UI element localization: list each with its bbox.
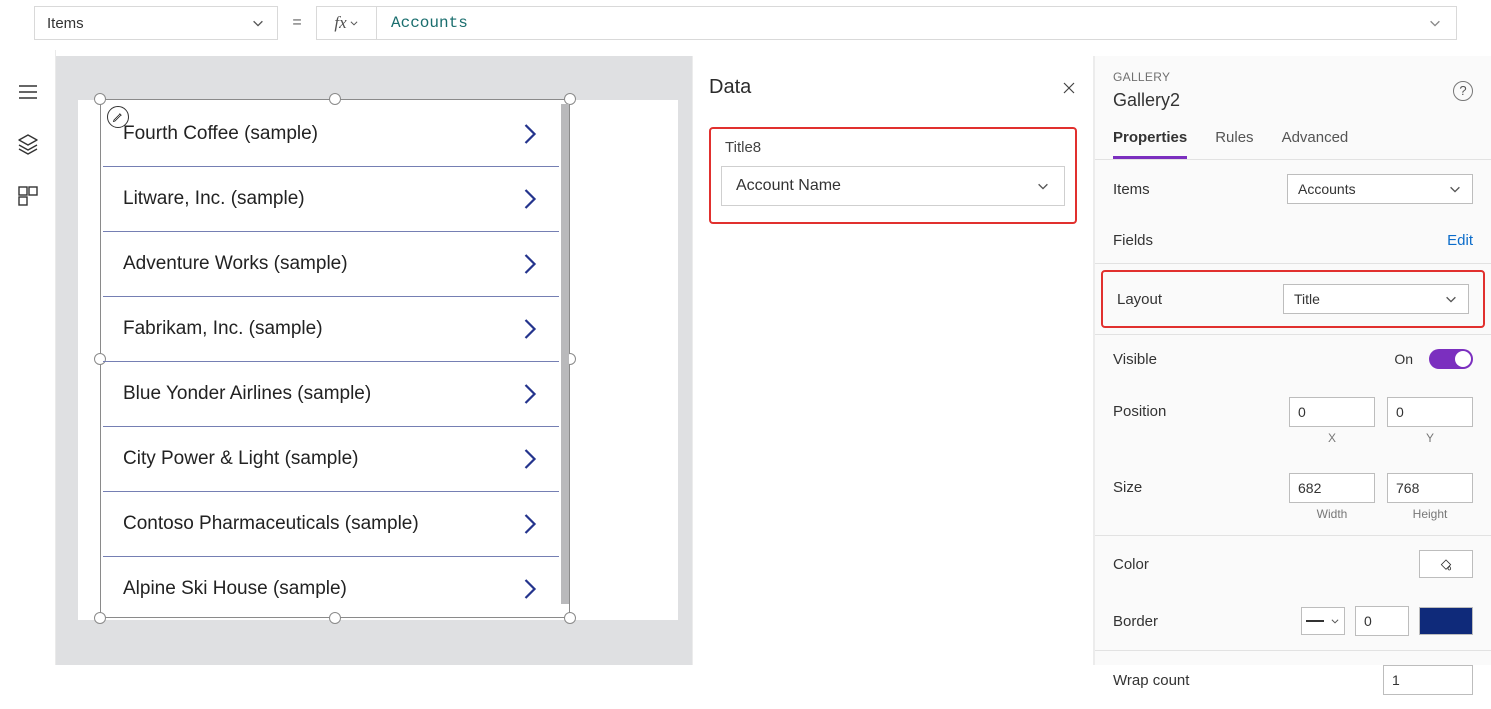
tab-rules[interactable]: Rules xyxy=(1215,129,1253,159)
position-y-caption: Y xyxy=(1426,431,1434,445)
properties-panel: GALLERY Gallery2 ? Properties Rules Adva… xyxy=(1094,56,1491,665)
color-label: Color xyxy=(1113,556,1409,573)
size-label: Size xyxy=(1113,473,1279,496)
gallery-item-title: Contoso Pharmaceuticals (sample) xyxy=(123,513,521,535)
border-style-dropdown[interactable] xyxy=(1301,607,1345,635)
tab-advanced[interactable]: Advanced xyxy=(1282,129,1349,159)
height-caption: Height xyxy=(1413,507,1448,521)
chevron-right-icon xyxy=(521,120,539,148)
height-input[interactable] xyxy=(1387,473,1473,503)
border-color-picker[interactable] xyxy=(1419,607,1473,635)
layers-icon[interactable] xyxy=(16,132,40,156)
layout-value: Title xyxy=(1294,291,1444,307)
chevron-down-icon xyxy=(1428,16,1442,30)
chevron-down-icon xyxy=(1444,292,1458,306)
items-dropdown[interactable]: Accounts xyxy=(1287,174,1473,204)
chevron-down-icon xyxy=(251,16,265,30)
field-mapping-highlight: Title8 Account Name xyxy=(709,127,1077,224)
border-label: Border xyxy=(1113,613,1291,630)
gallery-item[interactable]: Fourth Coffee (sample) xyxy=(103,102,559,167)
close-button[interactable] xyxy=(1061,80,1077,96)
components-icon[interactable] xyxy=(16,184,40,208)
chevron-right-icon xyxy=(521,380,539,408)
chevron-down-icon xyxy=(1036,179,1050,193)
wrap-count-label: Wrap count xyxy=(1113,672,1373,689)
properties-tabs: Properties Rules Advanced xyxy=(1095,115,1491,160)
gallery-item-title: Litware, Inc. (sample) xyxy=(123,188,521,210)
layout-dropdown[interactable]: Title xyxy=(1283,284,1469,314)
tab-properties[interactable]: Properties xyxy=(1113,129,1187,159)
resize-handle[interactable] xyxy=(564,612,576,624)
fields-label: Fields xyxy=(1113,232,1437,249)
gallery-item-title: Blue Yonder Airlines (sample) xyxy=(123,383,521,405)
position-x-caption: X xyxy=(1328,431,1336,445)
property-dropdown[interactable]: Items xyxy=(34,6,278,40)
line-icon xyxy=(1306,617,1330,625)
fx-icon: fx xyxy=(334,13,346,33)
items-value: Accounts xyxy=(1298,181,1448,197)
chevron-right-icon xyxy=(521,575,539,603)
property-dropdown-text: Items xyxy=(47,15,251,32)
visible-label: Visible xyxy=(1113,351,1384,368)
gallery-item[interactable]: Contoso Pharmaceuticals (sample) xyxy=(103,492,559,557)
formula-text: Accounts xyxy=(391,14,1428,32)
chevron-right-icon xyxy=(521,250,539,278)
gallery-item-title: Alpine Ski House (sample) xyxy=(123,578,521,600)
gallery-item[interactable]: Litware, Inc. (sample) xyxy=(103,167,559,232)
gallery: Fourth Coffee (sample) Litware, Inc. (sam… xyxy=(103,102,559,615)
gallery-item-title: City Power & Light (sample) xyxy=(123,448,521,470)
chevron-down-icon xyxy=(1330,616,1340,626)
gallery-item[interactable]: Alpine Ski House (sample) xyxy=(103,557,559,615)
chevron-down-icon xyxy=(349,18,359,28)
data-panel: Data Title8 Account Name xyxy=(692,56,1094,665)
formula-bar: Items = fx Accounts xyxy=(0,0,1491,46)
layout-highlight: Layout Title xyxy=(1101,270,1485,328)
chevron-right-icon xyxy=(521,315,539,343)
position-x-input[interactable] xyxy=(1289,397,1375,427)
formula-input[interactable]: Accounts xyxy=(376,6,1457,40)
left-rail xyxy=(0,50,56,665)
gallery-item[interactable]: City Power & Light (sample) xyxy=(103,427,559,492)
scrollbar[interactable] xyxy=(561,104,569,604)
data-panel-title: Data xyxy=(709,76,751,99)
width-caption: Width xyxy=(1317,507,1348,521)
chevron-down-icon xyxy=(1448,182,1462,196)
visible-value: On xyxy=(1394,351,1413,367)
fields-edit-link[interactable]: Edit xyxy=(1447,232,1473,249)
field-mapping-dropdown[interactable]: Account Name xyxy=(721,166,1065,206)
equals-sign: = xyxy=(278,0,316,46)
gallery-item-title: Fabrikam, Inc. (sample) xyxy=(123,318,521,340)
fx-button[interactable]: fx xyxy=(316,6,376,40)
field-mapping-value: Account Name xyxy=(736,177,1036,195)
color-picker[interactable] xyxy=(1419,550,1473,578)
width-input[interactable] xyxy=(1289,473,1375,503)
gallery-item-title: Fourth Coffee (sample) xyxy=(123,123,521,145)
items-label: Items xyxy=(1113,181,1277,198)
paintbucket-icon xyxy=(1438,556,1454,572)
border-width-input[interactable] xyxy=(1355,606,1409,636)
gallery-selection[interactable]: Fourth Coffee (sample) Litware, Inc. (sam… xyxy=(100,99,570,618)
gallery-item[interactable]: Adventure Works (sample) xyxy=(103,232,559,297)
chevron-right-icon xyxy=(521,510,539,538)
help-button[interactable]: ? xyxy=(1453,81,1473,101)
field-mapping-label: Title8 xyxy=(721,139,1065,156)
wrap-count-input[interactable] xyxy=(1383,665,1473,695)
gallery-item[interactable]: Fabrikam, Inc. (sample) xyxy=(103,297,559,362)
gallery-item[interactable]: Blue Yonder Airlines (sample) xyxy=(103,362,559,427)
hamburger-icon[interactable] xyxy=(16,80,40,104)
control-name: Gallery2 xyxy=(1113,90,1180,111)
position-y-input[interactable] xyxy=(1387,397,1473,427)
gallery-item-title: Adventure Works (sample) xyxy=(123,253,521,275)
visible-toggle[interactable] xyxy=(1429,349,1473,369)
close-icon xyxy=(1061,80,1077,96)
control-type-label: GALLERY xyxy=(1113,70,1180,84)
chevron-right-icon xyxy=(521,185,539,213)
position-label: Position xyxy=(1113,397,1279,420)
layout-label: Layout xyxy=(1117,291,1273,308)
chevron-right-icon xyxy=(521,445,539,473)
